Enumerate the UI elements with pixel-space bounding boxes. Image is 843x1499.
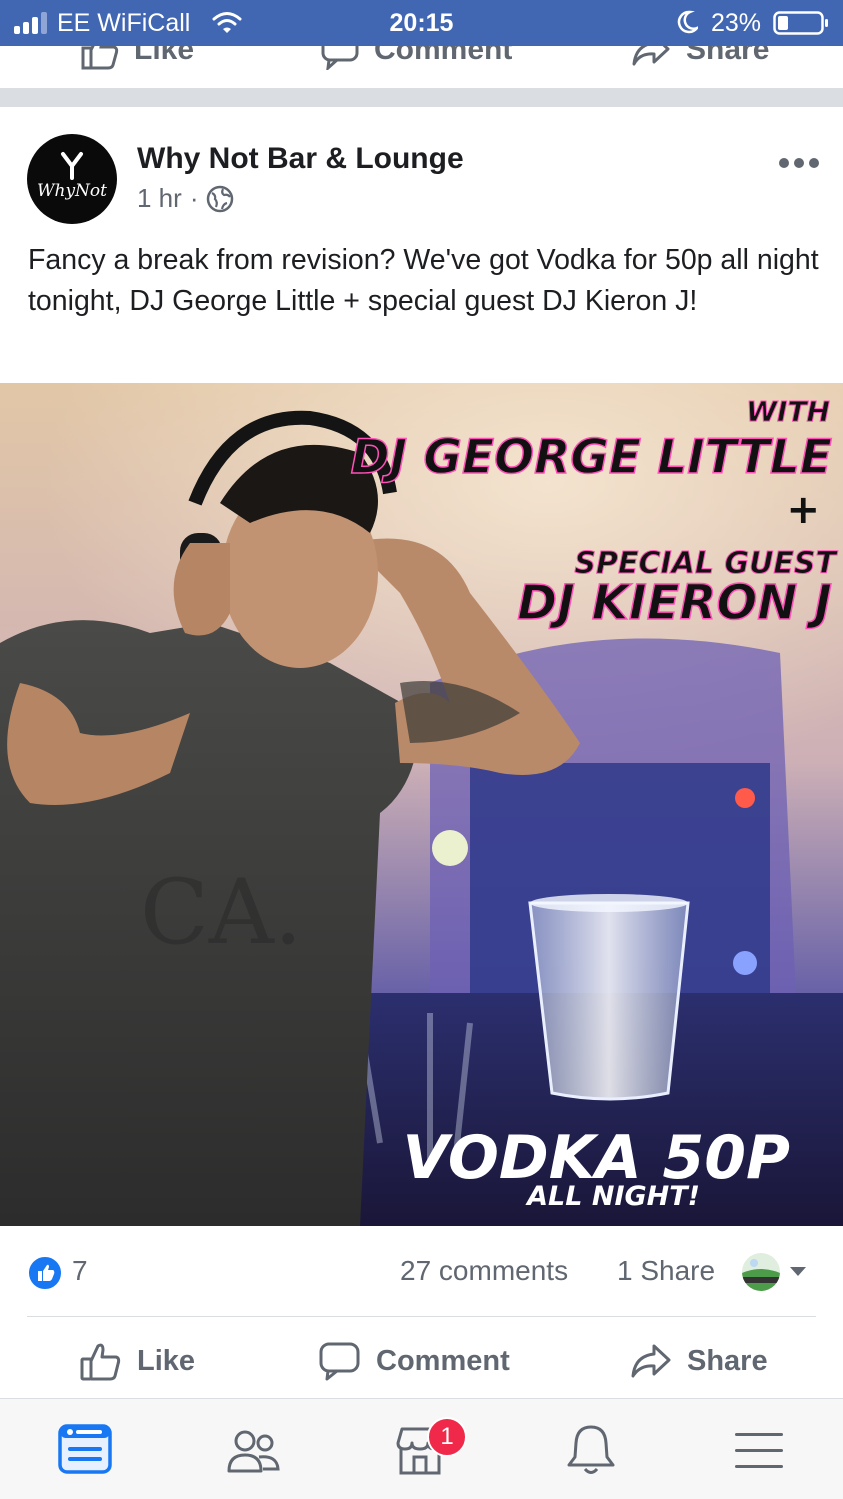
comment-label: Comment <box>376 1344 510 1377</box>
like-icon <box>81 46 119 70</box>
glass-rim <box>530 894 688 912</box>
more-options-icon[interactable] <box>778 156 820 170</box>
comment-icon <box>321 46 359 70</box>
previous-share-label: Share <box>686 46 770 66</box>
previous-post-actions: Like Comment Share <box>0 46 843 88</box>
bottom-nav: 1 <box>0 1399 843 1499</box>
notification-badge: 1 <box>427 1417 467 1457</box>
shot-glass <box>528 901 690 1101</box>
comment-icon <box>319 1342 360 1381</box>
previous-like-label: Like <box>134 46 195 66</box>
like-label: Like <box>137 1344 196 1377</box>
status-bar: EE WiFiCall 20:15 23% <box>0 0 843 46</box>
news-feed-icon[interactable] <box>56 1421 116 1481</box>
share-icon <box>631 1344 671 1378</box>
like-icon <box>80 1343 121 1381</box>
comment-button[interactable]: Comment <box>318 1340 510 1382</box>
svg-text:WhyNot: WhyNot <box>37 181 107 201</box>
shirt-print: CA. <box>140 860 302 965</box>
dj-left-hand <box>173 543 230 636</box>
globe-icon <box>207 185 234 212</box>
moon-icon <box>677 10 698 34</box>
post-meta: 1 hr · <box>137 183 234 214</box>
dj2-label: DJ KIERON J <box>517 575 832 631</box>
like-button[interactable]: Like <box>79 1340 195 1382</box>
menu-icon[interactable] <box>729 1421 789 1481</box>
why-not-logo: WhyNot <box>37 152 107 201</box>
comment-count[interactable]: 27 comments <box>400 1255 568 1287</box>
share-button[interactable]: Share <box>629 1340 768 1382</box>
post-time[interactable]: 1 hr <box>137 183 182 214</box>
page-avatar[interactable]: WhyNot <box>27 134 117 224</box>
previous-comment-button[interactable]: Comment <box>320 46 512 70</box>
battery-icon <box>773 11 828 35</box>
like-reaction-icon[interactable] <box>27 1255 63 1291</box>
spot-light <box>432 830 468 866</box>
share-count[interactable]: 1 Share <box>617 1255 715 1287</box>
share-icon <box>632 46 670 66</box>
share-label: Share <box>687 1344 768 1377</box>
page-name-link[interactable]: Why Not Bar & Lounge <box>137 142 464 176</box>
notifications-icon[interactable] <box>561 1421 621 1481</box>
dj1-label: DJ GEORGE LITTLE <box>351 430 832 485</box>
meta-separator: · <box>189 183 199 213</box>
previous-like-button[interactable]: Like <box>80 46 194 70</box>
plus-label: + <box>786 487 820 533</box>
red-light <box>735 788 755 808</box>
previous-share-button[interactable]: Share <box>630 46 769 70</box>
feed-separator <box>0 88 843 107</box>
previous-comment-label: Comment <box>374 46 513 66</box>
reactions-divider <box>27 1316 816 1317</box>
chevron-down-icon[interactable] <box>789 1266 807 1278</box>
post-text: Fancy a break from revision? We've got V… <box>28 244 819 317</box>
post-image[interactable]: CA. WITH DJ GEORGE LITTLE + SPECIAL GUES… <box>0 383 843 1226</box>
like-count[interactable]: 7 <box>72 1255 88 1287</box>
with-label: WITH <box>746 395 830 428</box>
viewer-avatar[interactable] <box>742 1253 780 1291</box>
friends-icon[interactable] <box>223 1421 283 1481</box>
offer-sub-label: ALL NIGHT! <box>525 1181 700 1212</box>
battery-percentage: 23% <box>711 9 762 37</box>
blue-light <box>733 951 757 975</box>
